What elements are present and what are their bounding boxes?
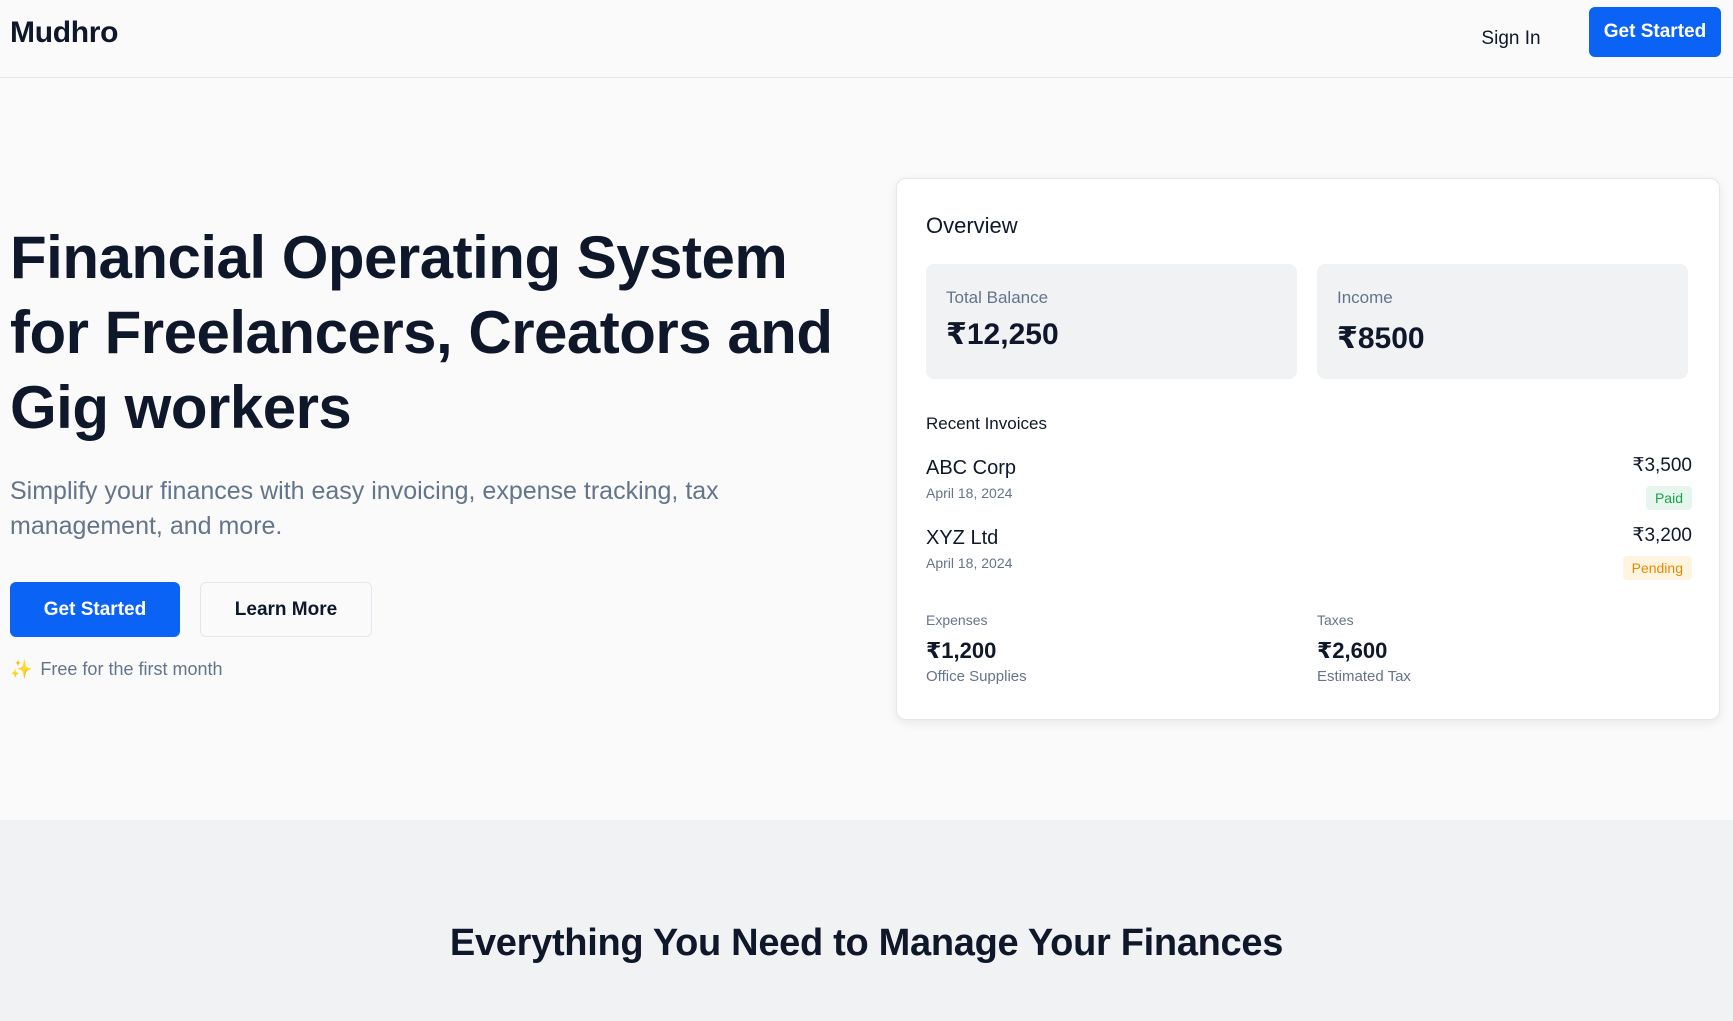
hero-title: Financial Operating System for Freelance… xyxy=(10,224,833,441)
expenses-summary: Expenses ₹1,200 Office Supplies xyxy=(926,612,1226,685)
invoice-date: April 18, 2024 xyxy=(926,485,1013,501)
total-balance-label: Total Balance xyxy=(946,288,1049,307)
recent-invoices-heading: Recent Invoices xyxy=(926,414,1047,433)
taxes-label: Taxes xyxy=(1317,612,1354,628)
nav-get-started-button[interactable]: Get Started xyxy=(1589,7,1721,57)
sparkles-icon: ✨ xyxy=(10,659,33,679)
income-label: Income xyxy=(1337,288,1393,307)
features-section: Everything You Need to Manage Your Finan… xyxy=(0,820,1733,1021)
income-value: ₹8500 xyxy=(1337,322,1425,355)
taxes-summary: Taxes ₹2,600 Estimated Tax xyxy=(1317,612,1617,685)
brand-logo[interactable]: Mudhro xyxy=(10,16,118,50)
overview-card: Overview Total Balance ₹12,250 Income ₹8… xyxy=(896,178,1720,720)
status-badge: Paid xyxy=(1645,486,1692,510)
status-badge: Pending xyxy=(1622,556,1692,580)
invoice-amount: ₹3,200 xyxy=(1632,525,1692,546)
taxes-sub: Estimated Tax xyxy=(1317,668,1411,685)
promo-text: Free for the first month xyxy=(40,659,223,679)
income-card: Income ₹8500 xyxy=(1317,264,1688,379)
invoice-date: April 18, 2024 xyxy=(926,555,1013,571)
invoice-row[interactable]: ABC Corp April 18, 2024 ₹3,500 Paid xyxy=(926,454,1692,516)
promo-note: ✨ Free for the first month xyxy=(10,659,223,680)
taxes-value: ₹2,600 xyxy=(1317,638,1388,663)
invoice-client: XYZ Ltd xyxy=(926,527,999,549)
top-navbar: Mudhro Sign In Get Started xyxy=(0,0,1733,78)
invoice-amount: ₹3,500 xyxy=(1632,455,1692,476)
total-balance-value: ₹12,250 xyxy=(946,318,1059,351)
invoice-row[interactable]: XYZ Ltd April 18, 2024 ₹3,200 Pending xyxy=(926,524,1692,586)
features-title: Everything You Need to Manage Your Finan… xyxy=(449,922,1284,964)
learn-more-button[interactable]: Learn More xyxy=(200,582,372,637)
hero-get-started-button[interactable]: Get Started xyxy=(10,582,180,637)
expenses-sub: Office Supplies xyxy=(926,668,1027,685)
expenses-label: Expenses xyxy=(926,612,988,628)
total-balance-card: Total Balance ₹12,250 xyxy=(926,264,1297,379)
overview-title: Overview xyxy=(926,213,1018,238)
expenses-value: ₹1,200 xyxy=(926,638,997,663)
invoice-client: ABC Corp xyxy=(926,457,1017,479)
hero-subtitle: Simplify your finances with easy invoici… xyxy=(10,477,719,540)
sign-in-button[interactable]: Sign In xyxy=(1460,20,1562,58)
